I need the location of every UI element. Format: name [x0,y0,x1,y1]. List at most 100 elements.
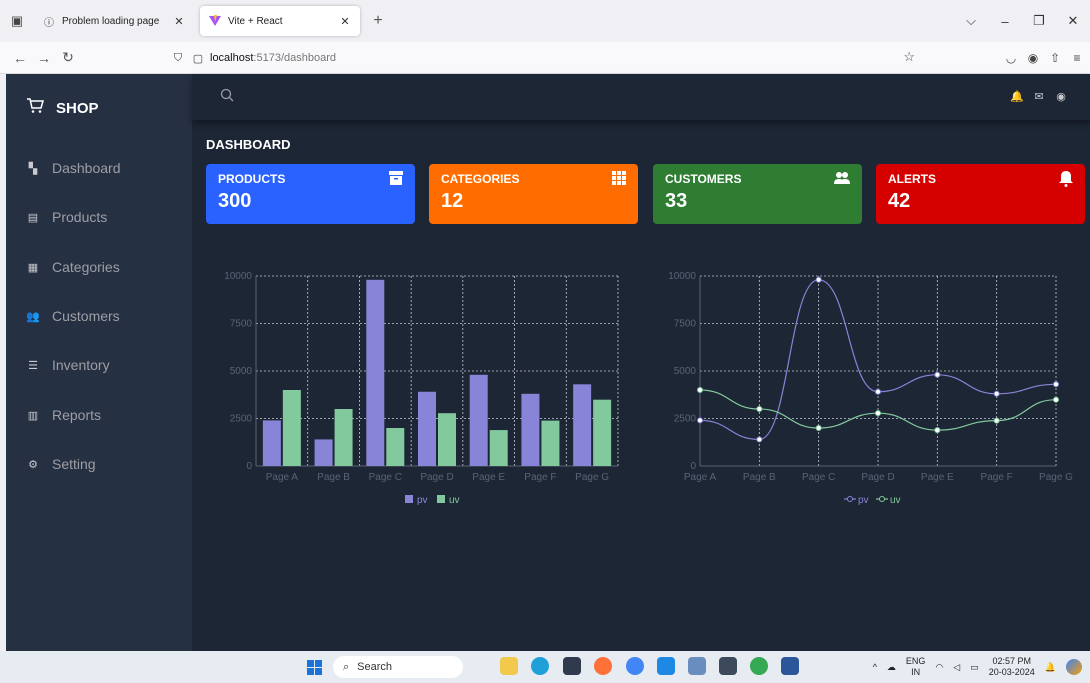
sidebar-item-dashboard[interactable]: ▚ Dashboard [26,156,121,180]
tab-list-icon[interactable]: ▣ [4,8,30,34]
card-title: ALERTS [888,172,936,186]
card-value: 300 [218,190,252,212]
card-title: PRODUCTS [218,172,286,186]
sidebar-item-inventory[interactable]: ☰ Inventory [26,353,110,377]
bar-pv [262,420,281,466]
browser-tab-vite[interactable]: Vite + React ✕ [200,6,360,36]
point-pv [815,276,822,283]
chart-legend: pv uv [844,495,901,506]
dashboard-icon: ▚ [28,162,38,175]
url-path: :5173/dashboard [253,52,336,64]
battery-icon[interactable]: ▭ [970,662,979,673]
back-icon[interactable]: ← [8,50,32,66]
x-tick-label: Page B [743,472,776,483]
reload-icon[interactable]: ↻ [56,49,80,66]
point-pv [993,390,1000,397]
chrome-icon[interactable] [626,657,644,675]
vscode-icon[interactable] [657,657,675,675]
app-container: SHOP ▚ Dashboard ▤ Products ▦ Categories… [6,74,1090,651]
terminal-icon[interactable] [719,657,737,675]
firefox-icon[interactable] [594,657,612,675]
mail-icon[interactable]: ✉ [1028,90,1050,103]
brand-name: SHOP [56,100,99,117]
point-uv [756,406,763,412]
edge-icon[interactable] [531,657,549,675]
bell-icon[interactable]: 🔔 [1006,90,1028,103]
bookmark-star-icon[interactable]: ☆ [903,49,915,65]
clock[interactable]: 02:57 PM 20-03-2024 [989,656,1035,678]
sidebar-item-categories[interactable]: ▦ Categories [26,255,120,279]
x-tick-label: Page E [472,472,505,483]
point-uv [934,427,941,434]
x-tick-label: Page A [684,472,717,483]
sidebar-item-customers[interactable]: 👥 Customers [26,304,120,328]
card-title: CUSTOMERS [665,172,742,186]
word-icon[interactable] [781,657,799,675]
bar-uv [282,390,301,466]
card-title: CATEGORIES [441,172,520,186]
tab-label: Vite + React [228,15,283,27]
extensions-icon[interactable]: ⇧ [1044,51,1066,65]
user-icon[interactable]: ◉ [1050,90,1072,103]
close-window-icon[interactable]: ✕ [1056,13,1090,29]
x-tick-label: Page C [802,472,835,483]
bell-icon [1059,171,1073,190]
notepad-icon[interactable] [688,657,706,675]
notification-bell-icon[interactable]: 🔔 [1045,662,1056,673]
legend-dot [847,496,853,502]
cloud-icon[interactable]: ☁ [887,662,896,673]
header-icons: 🔔 ✉ ◉ [1006,90,1072,103]
sidebar-item-setting[interactable]: ⚙ Setting [26,452,96,476]
tab-overflow-icon[interactable]: ⌵ [954,13,988,29]
clock-time: 02:57 PM [992,656,1032,666]
forward-icon[interactable]: → [32,50,56,66]
sidebar-item-label: Setting [52,456,96,472]
bar-uv [334,409,353,466]
x-tick-label: Page G [575,472,609,483]
menu-icon[interactable]: ≡ [1066,51,1088,65]
url-bar[interactable]: ⛉ ▢ localhost:5173/dashboard ☆ [170,46,915,70]
window-controls: ⌵ – ❐ ✕ [954,0,1090,42]
y-tick-label: 7500 [674,319,697,330]
system-tray: ^ ☁ ENG IN ◠ ◁ ▭ 02:57 PM 20-03-2024 🔔 [863,651,1082,683]
browser-tab-bar: ▣ ⓘ Problem loading page ✕ Vite + React … [0,0,1090,42]
copilot-icon[interactable] [1066,659,1082,675]
language-indicator[interactable]: ENG IN [906,656,926,678]
top-header: 🔔 ✉ ◉ [192,74,1090,120]
taskbar-search-label: Search [357,661,393,673]
x-tick-label: Page F [524,472,556,483]
restore-icon[interactable]: ❐ [1022,13,1056,29]
pocket-icon[interactable]: ◡ [1000,51,1022,65]
search-icon[interactable] [220,88,234,102]
info-icon: ⓘ [44,17,54,29]
sidebar-item-products[interactable]: ▤ Products [26,205,107,229]
taskbar-search[interactable]: ⌕ Search [333,656,463,678]
new-tab-button[interactable]: + [366,12,390,30]
y-tick-label: 2500 [230,414,253,425]
legend-label: uv [449,495,460,506]
windows-start-icon[interactable] [307,660,322,675]
volume-icon[interactable]: ◁ [953,662,960,673]
y-tick-label: 5000 [674,366,697,377]
x-tick-label: Page D [861,472,894,483]
legend-label: uv [890,495,901,506]
card-customers: CUSTOMERS 33 [653,164,862,224]
chrome-profile-icon[interactable] [750,657,768,675]
account-icon[interactable]: ◉ [1022,51,1044,65]
sidebar-item-label: Categories [52,259,120,275]
file-explorer-icon[interactable] [500,657,518,675]
sidebar-item-reports[interactable]: ▥ Reports [26,403,101,427]
browser-tab-problem[interactable]: ⓘ Problem loading page ✕ [34,6,194,36]
bar-pv [366,279,385,466]
minimize-icon[interactable]: – [988,14,1022,29]
close-tab-icon[interactable]: ✕ [338,15,352,28]
y-tick-label: 5000 [230,366,253,377]
close-tab-icon[interactable]: ✕ [172,15,186,28]
bar-pv [573,384,592,466]
wifi-icon[interactable]: ◠ [935,662,943,673]
chevron-up-icon[interactable]: ^ [873,662,877,672]
bar-uv [438,413,456,466]
page-title: DASHBOARD [206,137,291,152]
store-icon[interactable] [563,657,581,675]
box-icon: ▤ [27,211,39,224]
